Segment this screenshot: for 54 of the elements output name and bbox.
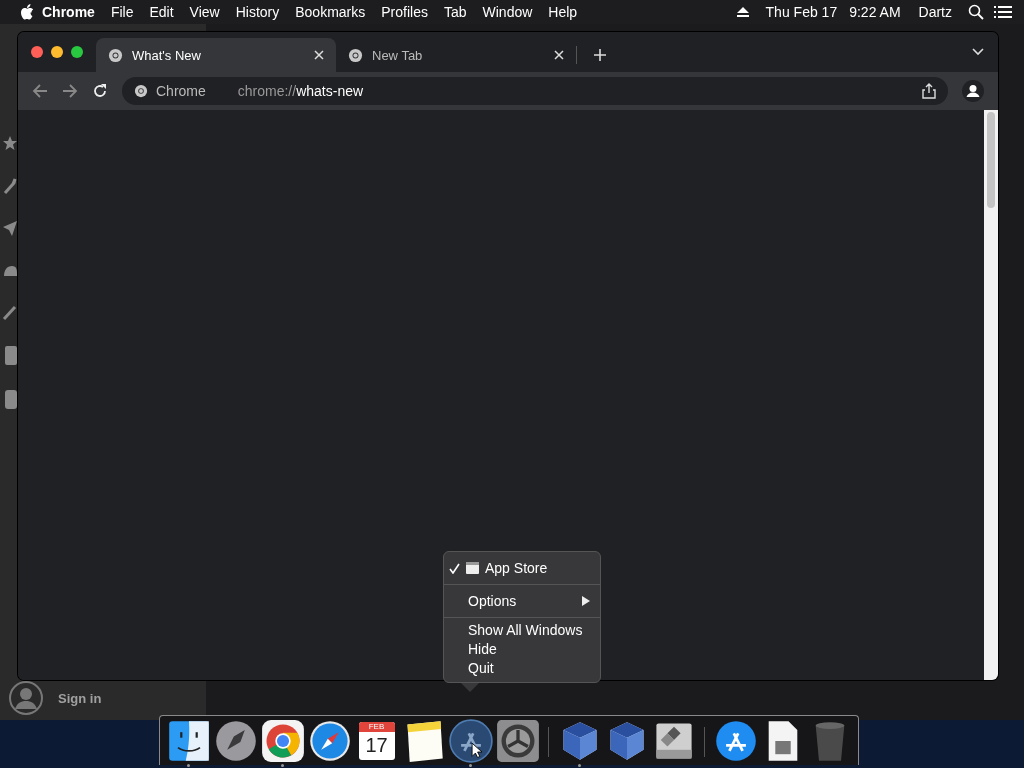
reload-icon[interactable] [92, 83, 108, 99]
menu-item[interactable]: Show All Windows [444, 620, 600, 639]
compass-icon[interactable] [307, 719, 352, 763]
menu-item[interactable]: File [102, 4, 142, 20]
chrome-icon [348, 47, 363, 63]
chevron-down-icon[interactable] [972, 48, 984, 56]
menu-item[interactable]: History [227, 4, 288, 20]
apple-icon[interactable] [20, 4, 34, 20]
menu-item[interactable]: Quit [444, 658, 600, 677]
address-bar[interactable]: Chrome chrome://whats-new [122, 77, 948, 105]
menu-clock[interactable]: 9:22 AM [843, 4, 907, 20]
search-icon[interactable] [968, 4, 984, 20]
chrome-icon[interactable] [260, 719, 305, 763]
chrome-icon [134, 84, 148, 98]
avatar-icon[interactable] [8, 680, 44, 716]
forward-icon[interactable] [62, 83, 78, 99]
browser-tab[interactable]: New Tab [336, 38, 576, 72]
eject-icon[interactable] [735, 6, 750, 18]
close-icon[interactable] [554, 50, 564, 60]
sign-in-link[interactable]: Sign in [58, 690, 102, 706]
share-icon[interactable] [922, 83, 936, 99]
zoom-button[interactable] [71, 46, 83, 58]
menu-item[interactable]: App Store [444, 554, 600, 582]
menu-item[interactable]: Window [474, 4, 541, 20]
app-store-icon[interactable] [448, 719, 493, 763]
user-name[interactable]: Dartz [912, 4, 958, 20]
menu-item[interactable]: Help [540, 4, 586, 20]
rocket-icon[interactable] [213, 719, 258, 763]
list-icon[interactable] [994, 5, 1012, 19]
browser-tab[interactable]: What's New [96, 38, 336, 72]
menu-item[interactable]: Tab [435, 4, 475, 20]
menu-item[interactable]: Options [444, 587, 600, 615]
chrome-icon [108, 47, 123, 63]
scrollbar[interactable] [984, 110, 998, 680]
finder-face-icon[interactable] [166, 719, 211, 763]
back-icon[interactable] [32, 83, 48, 99]
profile-icon[interactable] [962, 80, 984, 102]
new-tab-icon[interactable] [593, 48, 607, 62]
menu-item[interactable]: View [181, 4, 228, 20]
calendar-icon[interactable]: FEB 17 [358, 722, 395, 760]
close-icon[interactable] [314, 50, 324, 60]
gear-icon[interactable] [495, 719, 540, 763]
submenu-arrow-icon [582, 596, 590, 606]
checkmark-icon [448, 562, 460, 574]
close-button[interactable] [31, 46, 43, 58]
window-icon [466, 562, 479, 574]
app-menu[interactable]: Chrome [34, 4, 103, 20]
menu-date[interactable]: Thu Feb 17 [759, 4, 844, 20]
menu-item[interactable]: Edit [141, 4, 182, 20]
menu-item[interactable]: Profiles [373, 4, 436, 20]
minimize-button[interactable] [51, 46, 63, 58]
menu-item[interactable]: Hide [444, 639, 600, 658]
app-store-icon[interactable] [713, 719, 758, 763]
menu-item[interactable]: Bookmarks [287, 4, 374, 20]
